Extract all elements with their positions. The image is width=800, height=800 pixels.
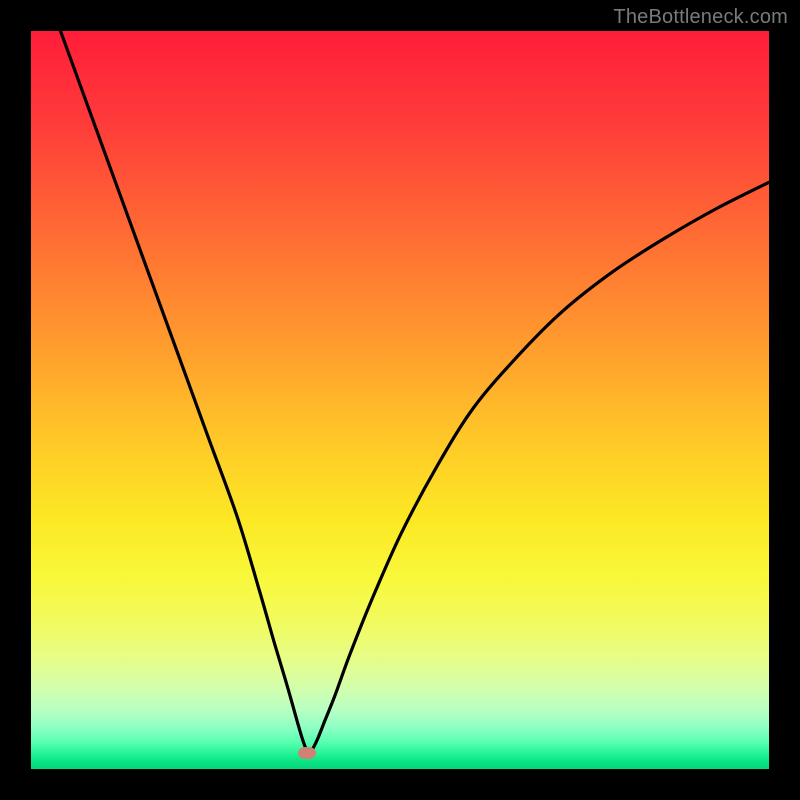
- curve-svg: [31, 31, 769, 769]
- chart-frame: TheBottleneck.com: [0, 0, 800, 800]
- watermark-text: TheBottleneck.com: [613, 6, 788, 29]
- optimum-marker: [298, 747, 316, 759]
- bottleneck-curve: [61, 31, 769, 752]
- plot-area: [31, 31, 769, 769]
